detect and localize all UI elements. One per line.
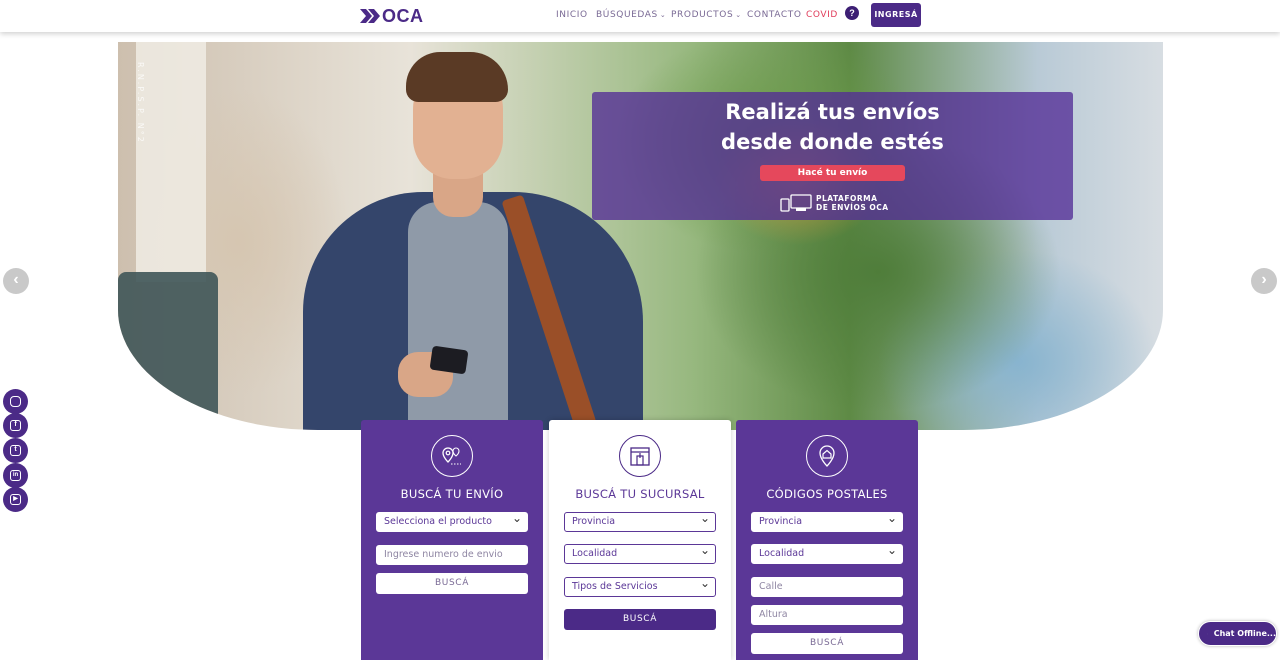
carousel-next-button[interactable]: › (1251, 268, 1277, 294)
postal-locality-select[interactable]: Localidad (751, 544, 903, 564)
card-title-envio: BUSCÁ TU ENVÍO (361, 487, 543, 501)
chat-bubbles-icon (1207, 628, 1208, 640)
promo-title-line2: desde donde estés (592, 130, 1073, 154)
busca-postal-button[interactable]: BUSCÁ (751, 633, 903, 654)
card-codigos-postales: CÓDIGOS POSTALES Provincia Localidad Cal… (736, 420, 918, 660)
hero-vertical-text: R.N.P.S.P. N°2 (136, 62, 145, 144)
street-input[interactable]: Calle (751, 577, 903, 597)
linkedin-link[interactable]: in (3, 463, 28, 488)
nav-inicio[interactable]: INICIO (556, 10, 588, 20)
card-title-sucursal: BUSCÁ TU SUCURSAL (549, 487, 731, 501)
nav-covid[interactable]: COVID (806, 10, 838, 20)
height-input[interactable]: Altura (751, 605, 903, 625)
nav-productos-label: PRODUCTOS (671, 10, 733, 20)
youtube-link[interactable]: ▶ (3, 487, 28, 512)
phone-icon (430, 346, 469, 375)
devices-icon (780, 194, 812, 212)
instagram-link[interactable] (3, 389, 28, 414)
chevron-down-icon: ⌄ (735, 11, 741, 19)
hace-tu-envio-button[interactable]: Hacé tu envío (760, 165, 905, 181)
hero-promo-box: Realizá tus envíos desde donde estés Hac… (592, 92, 1073, 220)
oca-logo[interactable]: OCA (360, 6, 424, 26)
top-navbar: OCA INICIO BÚSQUEDAS⌄ PRODUCTOS⌄ CONTACT… (0, 0, 1280, 32)
service-type-select[interactable]: Tipos de Servicios (564, 577, 716, 597)
linkedin-icon: in (10, 470, 21, 481)
province-select[interactable]: Provincia (564, 512, 716, 532)
twitter-link[interactable]: t (3, 438, 28, 463)
twitter-icon: t (10, 445, 21, 456)
promo-title-line1: Realizá tus envíos (592, 100, 1073, 124)
facebook-icon: f (10, 420, 21, 431)
platform-line1: PLATAFORMA (816, 194, 889, 203)
logo-chevrons-icon (360, 9, 380, 23)
plataforma-envios-logo: PLATAFORMA DE ENVÍOS OCA (780, 192, 889, 214)
tracking-number-input[interactable]: Ingrese numero de envio (376, 545, 528, 565)
product-select[interactable]: Selecciona el producto (376, 512, 528, 532)
chevron-down-icon: ⌄ (660, 11, 666, 19)
card-busca-tu-envio: BUSCÁ TU ENVÍO Selecciona el producto In… (361, 420, 543, 660)
busca-envio-button[interactable]: BUSCÁ (376, 573, 528, 594)
locality-select[interactable]: Localidad (564, 544, 716, 564)
hero-building-wall (136, 42, 206, 282)
login-button[interactable]: INGRESÁ (871, 3, 921, 27)
postal-province-select[interactable]: Provincia (751, 512, 903, 532)
chat-label: Chat Offline... (1214, 629, 1276, 638)
facebook-link[interactable]: f (3, 413, 28, 438)
nav-busquedas[interactable]: BÚSQUEDAS⌄ (596, 10, 666, 20)
logo-text: OCA (382, 6, 424, 27)
home-pin-icon (806, 435, 848, 477)
nav-contacto[interactable]: CONTACTO (747, 10, 802, 20)
map-pin-route-icon (431, 435, 473, 477)
nav-productos[interactable]: PRODUCTOS⌄ (671, 10, 742, 20)
card-title-postales: CÓDIGOS POSTALES (736, 487, 918, 501)
chat-offline-button[interactable]: Chat Offline... (1198, 621, 1277, 646)
card-busca-tu-sucursal: BUSCÁ TU SUCURSAL Provincia Localidad Ti… (549, 420, 731, 660)
store-icon (619, 435, 661, 477)
busca-sucursal-button[interactable]: BUSCÁ (564, 609, 716, 630)
hero-pillar (118, 272, 218, 430)
help-icon[interactable]: ? (845, 6, 859, 20)
nav-busquedas-label: BÚSQUEDAS (596, 10, 658, 20)
platform-line2: DE ENVÍOS OCA (816, 203, 889, 212)
youtube-icon: ▶ (10, 494, 21, 505)
carousel-prev-button[interactable]: ‹ (3, 268, 29, 294)
instagram-icon (10, 396, 21, 407)
